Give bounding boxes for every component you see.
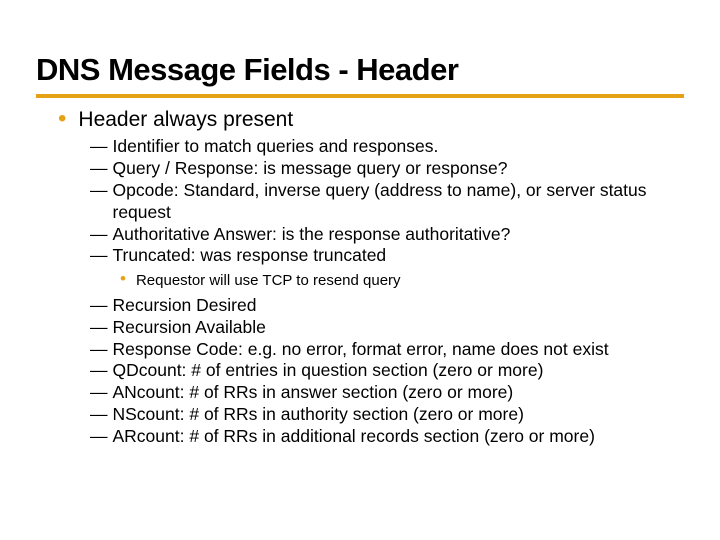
bullet-level2-text: QDcount: # of entries in question sectio…	[113, 360, 685, 382]
dash-icon: —	[90, 382, 108, 404]
bullet-level2-text: ANcount: # of RRs in answer section (zer…	[113, 382, 685, 404]
group-items-1: — Identifier to match queries and respon…	[90, 136, 684, 448]
bullet-level2: — QDcount: # of entries in question sect…	[90, 360, 684, 382]
bullet-level2: — Recursion Available	[90, 317, 684, 339]
dash-icon: —	[90, 404, 108, 426]
bullet-level2-text: Truncated: was response truncated	[113, 245, 685, 267]
bullet-level2-text: Identifier to match queries and response…	[113, 136, 685, 158]
bullet-level2-text: Response Code: e.g. no error, format err…	[113, 339, 685, 361]
dash-icon: —	[90, 158, 108, 180]
bullet-level2-text: Recursion Desired	[113, 295, 685, 317]
bullet-level3: • Requestor will use TCP to resend query	[120, 271, 684, 291]
bullet-level2: — Recursion Desired	[90, 295, 684, 317]
bullet-level2: — Truncated: was response truncated	[90, 245, 684, 267]
bullet-dot-icon: •	[58, 108, 66, 129]
bullet-level1: • Header always present	[58, 108, 684, 132]
dash-icon: —	[90, 317, 108, 339]
bullet-level2: — Response Code: e.g. no error, format e…	[90, 339, 684, 361]
dash-icon: —	[90, 339, 108, 361]
dash-icon: —	[90, 295, 108, 317]
bullet-level2-text: ARcount: # of RRs in additional records …	[113, 426, 685, 448]
bullet-level2-text: Authoritative Answer: is the response au…	[113, 224, 685, 246]
dash-icon: —	[90, 180, 108, 202]
bullet-dot-icon: •	[120, 271, 126, 286]
dash-icon: —	[90, 426, 108, 448]
bullet-level2-text: Opcode: Standard, inverse query (address…	[113, 180, 685, 224]
bullet-level2: — ARcount: # of RRs in additional record…	[90, 426, 684, 448]
bullet-level2: — Identifier to match queries and respon…	[90, 136, 684, 158]
bullet-level2-text: Recursion Available	[113, 317, 685, 339]
slide-title: DNS Message Fields - Header	[36, 52, 684, 98]
bullet-level2: — ANcount: # of RRs in answer section (z…	[90, 382, 684, 404]
bullet-level2-text: Query / Response: is message query or re…	[113, 158, 685, 180]
bullet-level3-text: Requestor will use TCP to resend query	[136, 271, 401, 291]
bullet-level2: — Query / Response: is message query or …	[90, 158, 684, 180]
dash-icon: —	[90, 136, 108, 158]
dash-icon: —	[90, 224, 108, 246]
dash-icon: —	[90, 360, 108, 382]
dash-icon: —	[90, 245, 108, 267]
bullet-level2-text: NScount: # of RRs in authority section (…	[113, 404, 685, 426]
bullet-level2: — Authoritative Answer: is the response …	[90, 224, 684, 246]
bullet-level2: — Opcode: Standard, inverse query (addre…	[90, 180, 684, 224]
bullet-level2: — NScount: # of RRs in authority section…	[90, 404, 684, 426]
bullet-level1-text: Header always present	[78, 108, 293, 132]
slide-content: • Header always present — Identifier to …	[36, 108, 684, 448]
